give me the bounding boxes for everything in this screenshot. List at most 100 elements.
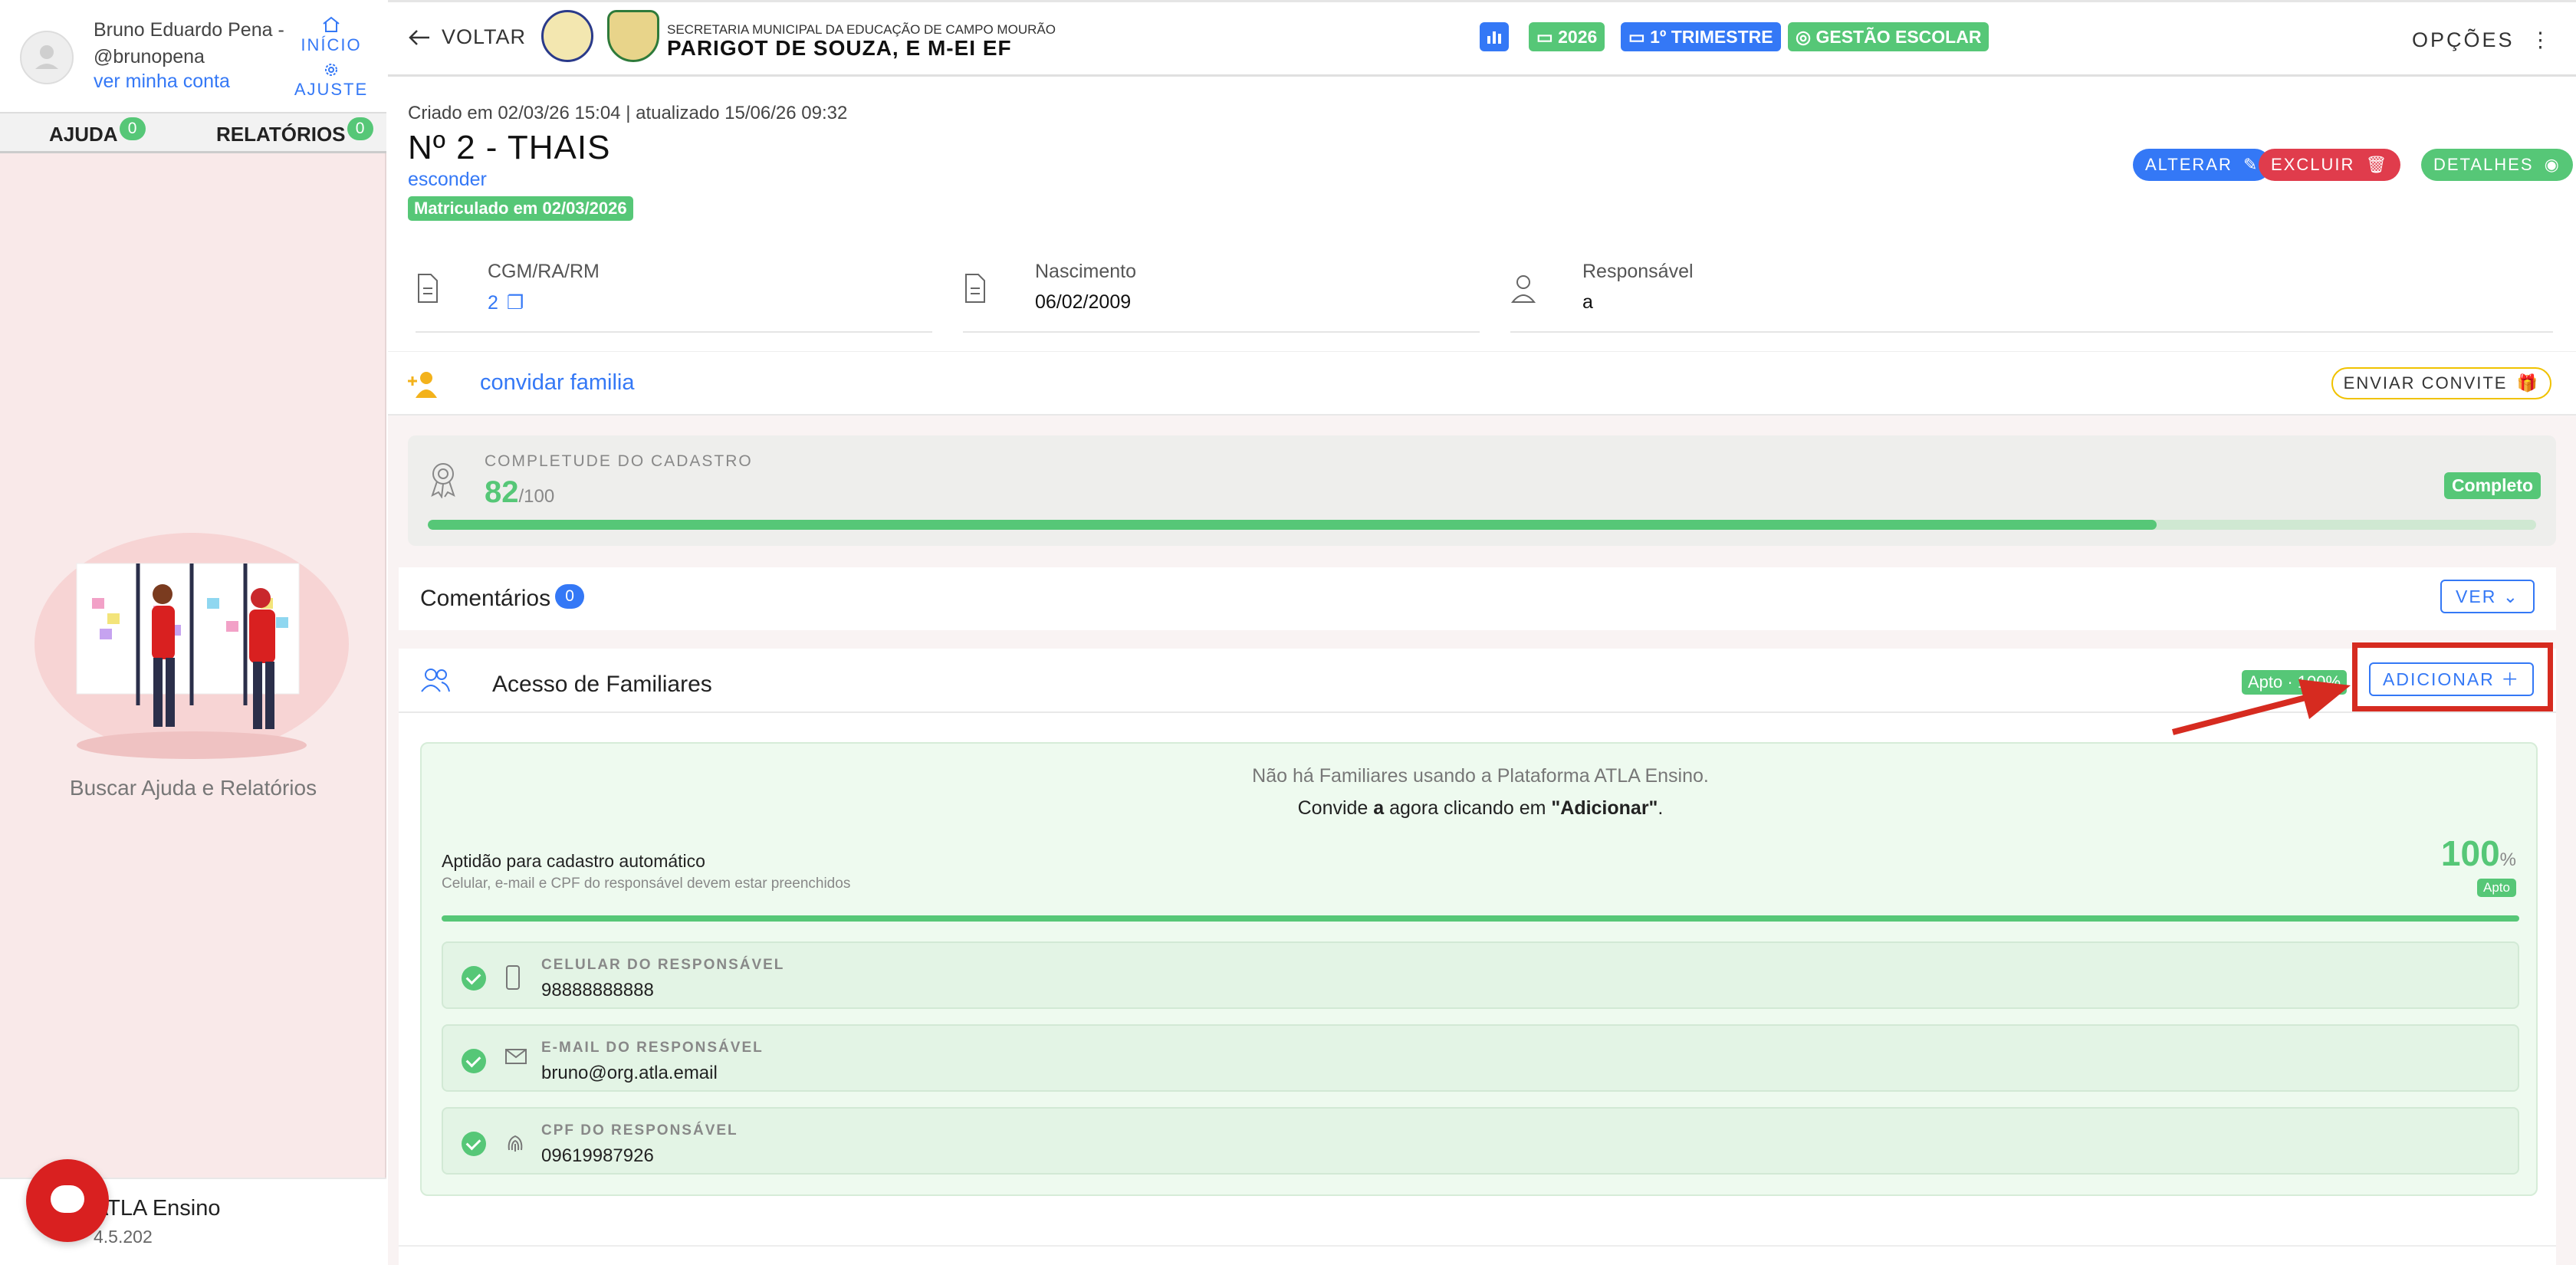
sidebar-tabs: AJUDA 0 RELATÓRIOS 0	[0, 112, 386, 153]
comments-label: Comentários	[420, 586, 551, 611]
more-vertical-icon: ⋮	[2530, 28, 2553, 51]
user-panel: Bruno Eduardo Pena - @brunopena ver minh…	[0, 0, 386, 112]
details-label: DETALHES	[2433, 155, 2534, 174]
document-icon	[965, 274, 985, 303]
aptitude-percent: 100%	[2441, 833, 2516, 874]
account-link[interactable]: ver minha conta	[94, 71, 230, 93]
item-label: E-MAIL DO RESPONSÁVEL	[541, 1040, 764, 1056]
home-icon	[323, 16, 340, 32]
item-value: bruno@org.atla.email	[541, 1063, 718, 1083]
options-label: OPÇÕES	[2411, 28, 2515, 51]
student-header: Criado em 02/03/26 15:04 | atualizado 15…	[388, 77, 2576, 416]
document-icon	[418, 274, 438, 303]
mail-icon	[505, 1049, 527, 1064]
tab-help-count: 0	[119, 117, 146, 140]
delete-button[interactable]: EXCLUIR 🗑	[2259, 149, 2401, 181]
management-label: GESTÃO ESCOLAR	[1815, 27, 1982, 47]
field-guardian: Responsável a	[1510, 253, 2553, 333]
award-icon	[431, 463, 455, 498]
check-circle-icon: ◎	[1796, 27, 1816, 47]
year-label: 2026	[1558, 27, 1598, 47]
management-chip[interactable]: ◎ GESTÃO ESCOLAR	[1788, 22, 1990, 51]
back-label: VOLTAR	[442, 25, 527, 48]
invite-end: .	[1658, 797, 1664, 819]
eye-off-icon: ◉	[2544, 155, 2561, 174]
invite-bold: a	[1373, 797, 1385, 819]
topbar: VOLTAR SECRETARIA MUNICIPAL DA EDUCAÇÃO …	[388, 0, 2576, 77]
red-arrow-annotation	[2171, 679, 2351, 735]
settings-label: AJUSTE	[294, 80, 369, 99]
details-button[interactable]: DETALHES ◉	[2421, 149, 2573, 181]
score-value: 82	[485, 475, 519, 509]
field-guardian-label: Responsável	[1582, 261, 1694, 282]
invite-family-link[interactable]: convidar familia	[480, 370, 634, 396]
percent-value: 100	[2440, 833, 2500, 873]
back-button[interactable]: VOLTAR	[408, 25, 526, 49]
tab-reports-count: 0	[347, 117, 373, 140]
tab-help[interactable]: AJUDA 0	[49, 117, 146, 148]
user-name: Bruno Eduardo Pena - @brunopena	[94, 19, 284, 67]
score-total: /100	[518, 486, 555, 507]
comments-title: Comentários 0	[420, 584, 585, 613]
aptitude-title: Aptidão para cadastro automático	[442, 851, 705, 871]
invite-instruction: Convide a agora clicando em "Adicionar".	[422, 797, 2539, 820]
check-icon	[462, 1132, 486, 1156]
aptitude-subtitle: Celular, e-mail e CPF do responsável dev…	[442, 876, 851, 892]
bar-chart-icon	[1487, 31, 1501, 44]
send-invite-label: ENVIAR CONVITE	[2343, 373, 2508, 393]
copy-icon[interactable]: ❐	[507, 292, 524, 314]
chevron-down-icon: ⌄	[2502, 586, 2519, 606]
stats-button[interactable]	[1480, 22, 1509, 51]
view-comments-button[interactable]: VER ⌄	[2440, 580, 2535, 613]
help-caption: Buscar Ajuda e Relatórios	[69, 776, 317, 800]
term-chip[interactable]: ▭ 1º TRIMESTRE	[1621, 22, 1781, 51]
field-birth: Nascimento 06/02/2009	[963, 253, 1480, 333]
edit-button[interactable]: ALTERAR ✎	[2133, 149, 2272, 181]
users-icon	[421, 669, 450, 692]
year-chip[interactable]: ▭ 2026	[1529, 22, 1605, 51]
hide-link[interactable]: esconder	[408, 169, 487, 191]
options-menu[interactable]: OPÇÕES ⋮	[2412, 28, 2553, 52]
tab-help-label: AJUDA	[49, 123, 118, 146]
add-family-button[interactable]: ADICIONAR ＋	[2369, 662, 2535, 696]
list-item: E-MAIL DO RESPONSÁVEL bruno@org.atla.ema…	[442, 1024, 2519, 1092]
completeness-progress-fill	[428, 520, 2157, 530]
chat-button[interactable]	[26, 1159, 109, 1242]
monitor-icon: ▭	[1628, 27, 1651, 47]
completeness-label: COMPLETUDE DO CADASTRO	[485, 452, 753, 470]
completeness-card: COMPLETUDE DO CADASTRO 82/100 Completo	[408, 435, 2556, 546]
item-label: CPF DO RESPONSÁVEL	[541, 1122, 738, 1138]
family-access-body: Não há Familiares usando a Plataforma AT…	[420, 742, 2538, 1196]
arrow-left-icon	[409, 30, 429, 45]
student-title: Nº 2 - THAIS	[408, 129, 611, 166]
phone-icon	[506, 965, 520, 990]
delete-label: EXCLUIR	[2271, 155, 2355, 174]
completeness-status-badge: Completo	[2443, 472, 2541, 499]
calendar-icon: ▭	[1536, 27, 1559, 47]
empty-message: Não há Familiares usando a Plataforma AT…	[1252, 765, 1709, 787]
percent-unit: %	[2499, 849, 2516, 870]
field-cgm-value[interactable]: 2 ❐	[488, 291, 524, 314]
view-comments-label: VER	[2456, 586, 2497, 606]
tab-reports[interactable]: RELATÓRIOS 0	[216, 117, 373, 148]
item-label: CELULAR DO RESPONSÁVEL	[541, 957, 785, 973]
send-invite-button[interactable]: ENVIAR CONVITE 🎁	[2331, 367, 2551, 399]
app-name: ATLA Ensino	[94, 1196, 221, 1221]
app-version: 4.5.202	[94, 1227, 153, 1247]
home-label: INÍCIO	[301, 35, 362, 54]
settings-button[interactable]: AJUSTE	[293, 61, 370, 100]
chat-icon	[51, 1185, 84, 1213]
item-value: 09619987926	[541, 1145, 654, 1166]
trash-icon: 🗑	[2365, 155, 2389, 174]
check-icon	[462, 966, 486, 991]
school-crest-logo	[607, 10, 659, 62]
avatar[interactable]	[20, 31, 74, 84]
fingerprint-icon	[508, 1135, 523, 1152]
home-button[interactable]: INÍCIO	[293, 15, 370, 55]
comments-card: Comentários 0 VER ⌄	[399, 567, 2556, 630]
invite-mid: agora clicando em	[1389, 797, 1546, 819]
edit-label: ALTERAR	[2145, 155, 2233, 174]
comments-count: 0	[555, 584, 585, 609]
tab-reports-label: RELATÓRIOS	[216, 123, 346, 146]
completeness-progress	[428, 520, 2536, 530]
